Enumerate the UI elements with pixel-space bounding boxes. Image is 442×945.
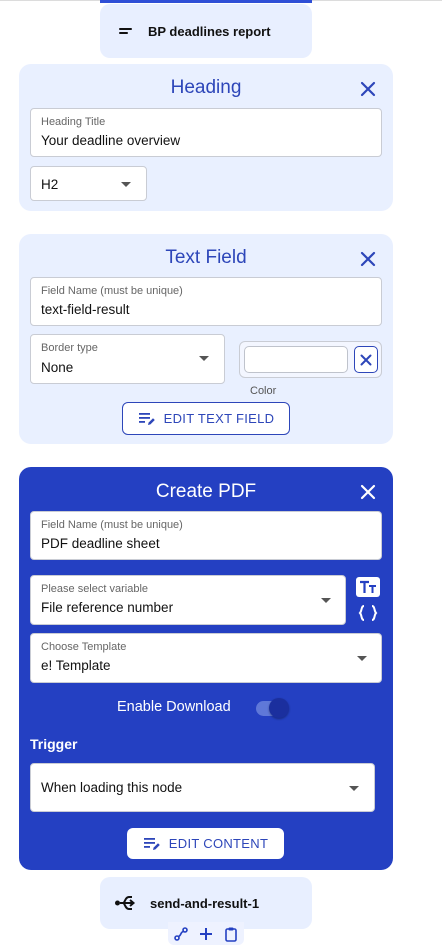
edit-list-icon: [138, 411, 156, 427]
field-label: Choose Template: [41, 641, 127, 653]
select-value: When loading this node: [41, 780, 183, 795]
select-value: H2: [41, 177, 59, 192]
button-label: EDIT CONTENT: [168, 836, 269, 851]
pdf-field-name-input[interactable]: Field Name (must be unique) PDF deadline…: [30, 511, 382, 560]
variable-select[interactable]: Please select variable File reference nu…: [30, 575, 346, 625]
color-label: Color: [250, 385, 277, 397]
toggle-knob: [269, 698, 289, 718]
field-name-input[interactable]: Field Name (must be unique) text-field-r…: [30, 277, 382, 326]
close-icon[interactable]: [360, 81, 376, 97]
color-swatch-input[interactable]: [244, 346, 348, 373]
edit-list-icon: [143, 836, 161, 852]
close-icon[interactable]: [360, 484, 376, 500]
heading-card: Heading Heading Title Your deadline over…: [19, 64, 393, 211]
color-picker: [239, 341, 382, 378]
node-label: send-and-result-1: [150, 895, 260, 911]
create-pdf-card: Create PDF Field Name (must be unique) P…: [19, 467, 393, 870]
button-label: EDIT TEXT FIELD: [163, 411, 275, 426]
field-label: Heading Title: [41, 116, 106, 128]
edit-text-field-button[interactable]: EDIT TEXT FIELD: [122, 402, 290, 435]
field-value: text-field-result: [41, 302, 130, 317]
template-select[interactable]: Choose Template e! Template: [30, 633, 382, 683]
close-icon: [360, 354, 372, 365]
close-icon[interactable]: [360, 251, 376, 267]
trigger-label: Trigger: [30, 736, 78, 752]
text-field-card: Text Field Field Name (must be unique) t…: [19, 234, 393, 444]
enable-download-label: Enable Download: [117, 699, 231, 715]
node-toolbar: [168, 922, 244, 945]
lines-icon: [118, 24, 134, 38]
clipboard-icon[interactable]: [223, 926, 239, 942]
chevron-down-icon: [357, 656, 367, 661]
border-type-select[interactable]: Border type None: [30, 334, 225, 384]
field-label: Border type: [41, 342, 98, 354]
field-value: Your deadline overview: [41, 133, 181, 148]
chevron-down-icon: [349, 786, 359, 791]
heading-title-field[interactable]: Heading Title Your deadline overview: [30, 108, 382, 157]
chevron-down-icon: [199, 356, 209, 361]
top-accent-bar: [100, 0, 312, 3]
edit-content-button[interactable]: EDIT CONTENT: [127, 828, 284, 859]
heading-level-select[interactable]: H2: [30, 166, 147, 201]
field-label: Field Name (must be unique): [41, 519, 183, 531]
text-format-icon[interactable]: [356, 577, 380, 597]
field-label: Field Name (must be unique): [41, 285, 183, 297]
plus-icon[interactable]: [198, 926, 214, 942]
card-title: Create PDF: [155, 481, 257, 502]
field-label: Please select variable: [41, 583, 149, 595]
clear-color-button[interactable]: [354, 346, 378, 373]
trigger-select[interactable]: When loading this node: [30, 763, 375, 812]
select-value: None: [41, 360, 74, 375]
route-icon[interactable]: [173, 926, 189, 942]
enable-download-toggle[interactable]: [256, 698, 289, 718]
chevron-down-icon: [321, 598, 331, 603]
curly-braces-icon[interactable]: [357, 603, 379, 623]
select-value: File reference number: [41, 600, 174, 615]
node-bp-deadlines-report[interactable]: BP deadlines report: [100, 4, 312, 58]
field-value: PDF deadline sheet: [41, 536, 160, 551]
node-label: BP deadlines report: [148, 23, 271, 39]
card-title: Text Field: [165, 247, 247, 268]
select-value: e! Template: [41, 658, 111, 673]
chevron-down-icon: [121, 182, 131, 187]
split-arrow-icon: [114, 893, 136, 913]
card-title: Heading: [170, 77, 242, 98]
